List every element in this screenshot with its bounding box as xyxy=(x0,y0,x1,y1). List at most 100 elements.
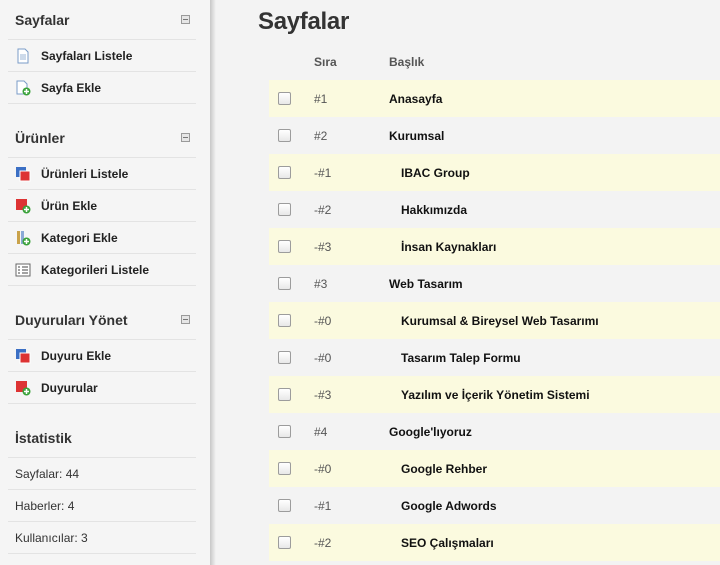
row-check-cell xyxy=(269,92,313,105)
row-check-cell xyxy=(269,388,313,401)
row-check-cell xyxy=(269,203,313,216)
sidebar-item-label: Kategorileri Listele xyxy=(41,262,150,277)
row-title-link[interactable]: IBAC Group xyxy=(389,166,720,180)
sidebar-item-add-announcement[interactable]: Duyuru Ekle xyxy=(8,340,196,372)
sidebar: Sayfalar Sayfaları Listele Sayfa Ekle Ür… xyxy=(0,0,210,565)
sidebar-item-label: Duyuru Ekle xyxy=(41,348,112,363)
row-title-link[interactable]: SEO Çalışmaları xyxy=(389,536,720,550)
row-title-link[interactable]: Google Rehber xyxy=(389,462,720,476)
row-order: -#3 xyxy=(314,387,332,402)
row-title-link[interactable]: Kurumsal & Bireysel Web Tasarımı xyxy=(389,314,720,328)
row-checkbox[interactable] xyxy=(278,314,291,327)
row-check-cell xyxy=(269,425,313,438)
product-add-icon xyxy=(15,198,31,214)
section-header[interactable]: Ürünler xyxy=(8,118,196,158)
row-check-cell xyxy=(269,314,313,327)
sidebar-item-label: Kategori Ekle xyxy=(41,230,118,245)
row-check-cell xyxy=(269,240,313,253)
row-checkbox[interactable] xyxy=(278,92,291,105)
table-row[interactable]: -#0 Kurumsal & Bireysel Web Tasarımı xyxy=(269,302,720,339)
row-order: -#2 xyxy=(314,535,332,550)
section-header[interactable]: Duyuruları Yönet xyxy=(8,300,196,340)
section-title: Sayfalar xyxy=(15,11,70,28)
row-order: -#0 xyxy=(314,461,332,476)
row-checkbox[interactable] xyxy=(278,129,291,142)
section-title: Ürünler xyxy=(15,129,65,146)
row-checkbox[interactable] xyxy=(278,499,291,512)
collapse-icon[interactable] xyxy=(181,15,190,24)
table-row[interactable]: #1 Anasayfa xyxy=(269,80,720,117)
row-checkbox[interactable] xyxy=(278,166,291,179)
row-checkbox[interactable] xyxy=(278,277,291,290)
sidebar-item-label: Ürün Ekle xyxy=(41,198,98,213)
row-title-link[interactable]: Tasarım Talep Formu xyxy=(389,351,720,365)
table-row[interactable]: -#3 İnsan Kaynakları xyxy=(269,228,720,265)
row-order: -#0 xyxy=(314,313,332,328)
row-title-link[interactable]: Google Adwords xyxy=(389,499,720,513)
stat-news: Haberler: 4 xyxy=(8,490,196,522)
table-body: #1 Anasayfa #2 Kurumsal -#1 IBAC Group -#2 Hakk… xyxy=(269,80,720,561)
table-row[interactable]: #2 Kurumsal xyxy=(269,117,720,154)
announcement-add-icon xyxy=(15,348,31,364)
row-checkbox[interactable] xyxy=(278,425,291,438)
sidebar-section-stats: İstatistik Sayfalar: 44 Haberler: 4 Kull… xyxy=(8,418,196,554)
row-order: -#3 xyxy=(314,239,332,254)
row-title-link[interactable]: Web Tasarım xyxy=(389,277,720,291)
table-row[interactable]: #4 Google'lıyoruz xyxy=(269,413,720,450)
category-add-icon xyxy=(15,230,31,246)
column-header-order[interactable]: Sıra xyxy=(313,55,389,69)
collapse-icon[interactable] xyxy=(181,315,190,324)
row-title-link[interactable]: Hakkımızda xyxy=(389,203,720,217)
section-header: İstatistik xyxy=(8,418,196,458)
sidebar-section-pages: Sayfalar Sayfaları Listele Sayfa Ekle xyxy=(8,0,196,104)
collapse-icon[interactable] xyxy=(181,133,190,142)
row-checkbox[interactable] xyxy=(278,240,291,253)
sidebar-item-announcements[interactable]: Duyurular xyxy=(8,372,196,404)
row-check-cell xyxy=(269,536,313,549)
row-order: #2 xyxy=(314,128,328,143)
row-checkbox[interactable] xyxy=(278,462,291,475)
products-icon xyxy=(15,166,31,182)
sidebar-item-add-page[interactable]: Sayfa Ekle xyxy=(8,72,196,104)
row-order: -#1 xyxy=(314,498,332,513)
row-title-link[interactable]: İnsan Kaynakları xyxy=(389,240,720,254)
row-order: #1 xyxy=(314,91,328,106)
table-row[interactable]: -#2 SEO Çalışmaları xyxy=(269,524,720,561)
section-title: Duyuruları Yönet xyxy=(15,311,128,328)
row-title-link[interactable]: Yazılım ve İçerik Yönetim Sistemi xyxy=(389,388,720,402)
table-row[interactable]: -#3 Yazılım ve İçerik Yönetim Sistemi xyxy=(269,376,720,413)
row-check-cell xyxy=(269,462,313,475)
row-check-cell xyxy=(269,129,313,142)
sidebar-section-products: Ürünler Ürünleri Listele Ürün Ekle Kateg… xyxy=(8,118,196,286)
row-checkbox[interactable] xyxy=(278,203,291,216)
table-row[interactable]: -#0 Tasarım Talep Formu xyxy=(269,339,720,376)
row-order: #3 xyxy=(314,276,328,291)
table-row[interactable]: -#2 Hakkımızda xyxy=(269,191,720,228)
row-checkbox[interactable] xyxy=(278,388,291,401)
row-order: -#2 xyxy=(314,202,332,217)
section-header[interactable]: Sayfalar xyxy=(8,0,196,40)
row-title-link[interactable]: Google'lıyoruz xyxy=(389,425,720,439)
sidebar-item-add-category[interactable]: Kategori Ekle xyxy=(8,222,196,254)
row-check-cell xyxy=(269,351,313,364)
row-check-cell xyxy=(269,499,313,512)
stat-users: Kullanıcılar: 3 xyxy=(8,522,196,554)
table-row[interactable]: -#1 IBAC Group xyxy=(269,154,720,191)
column-header-title[interactable]: Başlık xyxy=(389,55,720,69)
table-header: Sıra Başlık xyxy=(269,44,720,80)
sidebar-item-list-pages[interactable]: Sayfaları Listele xyxy=(8,40,196,72)
row-title-link[interactable]: Anasayfa xyxy=(389,92,720,106)
table-row[interactable]: #3 Web Tasarım xyxy=(269,265,720,302)
page-icon xyxy=(15,48,31,64)
sidebar-item-list-products[interactable]: Ürünleri Listele xyxy=(8,158,196,190)
sidebar-item-list-categories[interactable]: Kategorileri Listele xyxy=(8,254,196,286)
row-title-link[interactable]: Kurumsal xyxy=(389,129,720,143)
page-title: Sayfalar xyxy=(258,8,349,35)
sidebar-item-label: Sayfaları Listele xyxy=(41,48,133,63)
table-row[interactable]: -#1 Google Adwords xyxy=(269,487,720,524)
row-checkbox[interactable] xyxy=(278,536,291,549)
announcements-icon xyxy=(15,380,31,396)
row-checkbox[interactable] xyxy=(278,351,291,364)
table-row[interactable]: -#0 Google Rehber xyxy=(269,450,720,487)
sidebar-item-add-product[interactable]: Ürün Ekle xyxy=(8,190,196,222)
